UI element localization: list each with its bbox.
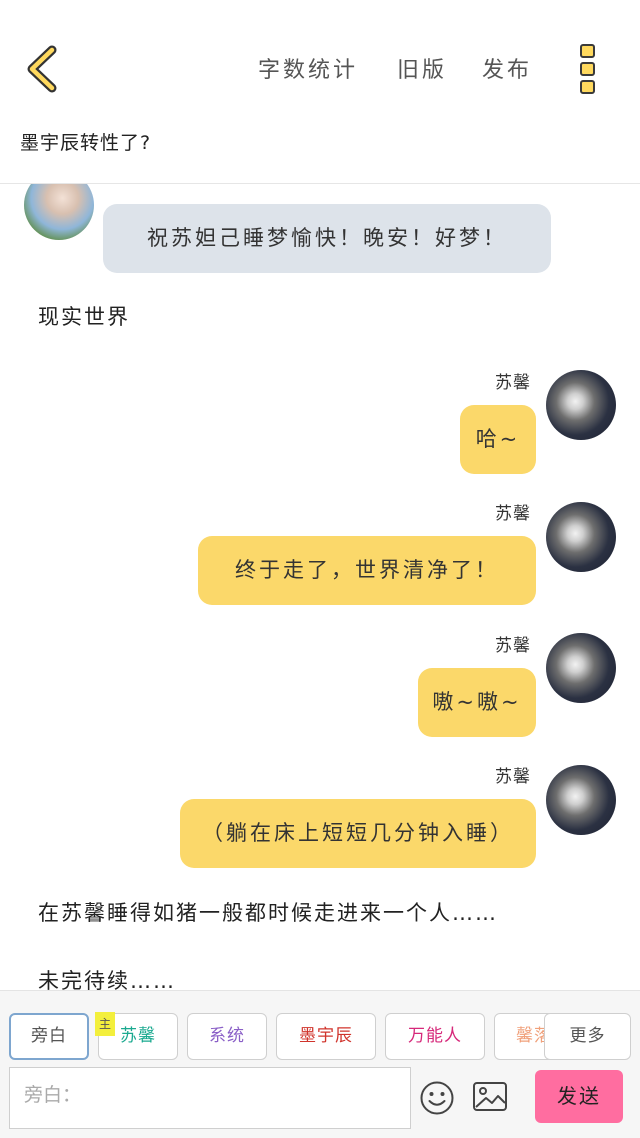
narration-text[interactable]: 在苏馨睡得如猪一般都时候走进来一个人…… <box>38 897 498 927</box>
message-input[interactable]: 旁白： <box>9 1067 411 1129</box>
avatar[interactable] <box>546 765 616 835</box>
emoji-icon <box>420 1081 454 1115</box>
speaker-name: 苏馨 <box>495 767 531 787</box>
message-bubble[interactable]: 终于走了，世界清净了！ <box>198 536 536 605</box>
old-version-link[interactable]: 旧版 <box>397 52 447 84</box>
role-chip-wanneng[interactable]: 万能人 <box>385 1013 485 1060</box>
speaker-name: 苏馨 <box>495 373 531 393</box>
back-button[interactable] <box>22 44 62 94</box>
avatar[interactable] <box>24 184 94 240</box>
send-button[interactable]: 发送 <box>535 1070 623 1123</box>
more-roles-label: 更多 <box>569 1026 606 1046</box>
back-chevron-icon <box>27 45 57 93</box>
input-placeholder: 旁白： <box>24 1084 82 1106</box>
speaker-name: 苏馨 <box>495 636 531 656</box>
more-menu-button[interactable] <box>574 42 602 96</box>
role-label: 万能人 <box>408 1026 462 1046</box>
message-bubble[interactable]: 嗷~嗷~ <box>418 668 536 737</box>
role-chip-narrator[interactable]: 旁白 <box>9 1013 89 1060</box>
narration-text[interactable]: 未完待续…… <box>38 965 176 990</box>
message-bubble[interactable]: （躺在床上短短几分钟入睡） <box>180 799 536 868</box>
story-title: 墨宇辰转性了? <box>20 132 152 154</box>
emoji-button[interactable] <box>419 1080 455 1116</box>
image-icon <box>473 1082 507 1111</box>
role-label: 墨宇辰 <box>299 1026 353 1046</box>
avatar[interactable] <box>546 502 616 572</box>
role-chip-moyuchen[interactable]: 墨宇辰 <box>276 1013 376 1060</box>
chat-area[interactable]: 祝苏妲己睡梦愉快！晚安！好梦！ 现实世界 苏馨 哈~ 苏馨 终于走了，世界清净了… <box>0 184 640 990</box>
role-chip-system[interactable]: 系统 <box>187 1013 267 1060</box>
role-label: 苏馨 <box>120 1026 156 1046</box>
message-bubble[interactable]: 哈~ <box>460 405 536 474</box>
more-roles-button[interactable]: 更多 <box>544 1013 631 1060</box>
avatar[interactable] <box>546 370 616 440</box>
word-count-link[interactable]: 字数统计 <box>258 52 358 84</box>
publish-link[interactable]: 发布 <box>482 52 532 84</box>
speaker-name: 苏馨 <box>495 504 531 524</box>
image-button[interactable] <box>472 1080 508 1114</box>
main-role-tag: 主 <box>95 1012 115 1036</box>
narration-text[interactable]: 现实世界 <box>38 301 130 331</box>
message-bubble[interactable]: 祝苏妲己睡梦愉快！晚安！好梦！ <box>103 204 551 273</box>
role-label: 旁白 <box>31 1026 67 1046</box>
role-label: 系统 <box>209 1026 245 1046</box>
avatar[interactable] <box>546 633 616 703</box>
top-bar: 字数统计 旧版 发布 墨宇辰转性了? <box>0 0 640 154</box>
